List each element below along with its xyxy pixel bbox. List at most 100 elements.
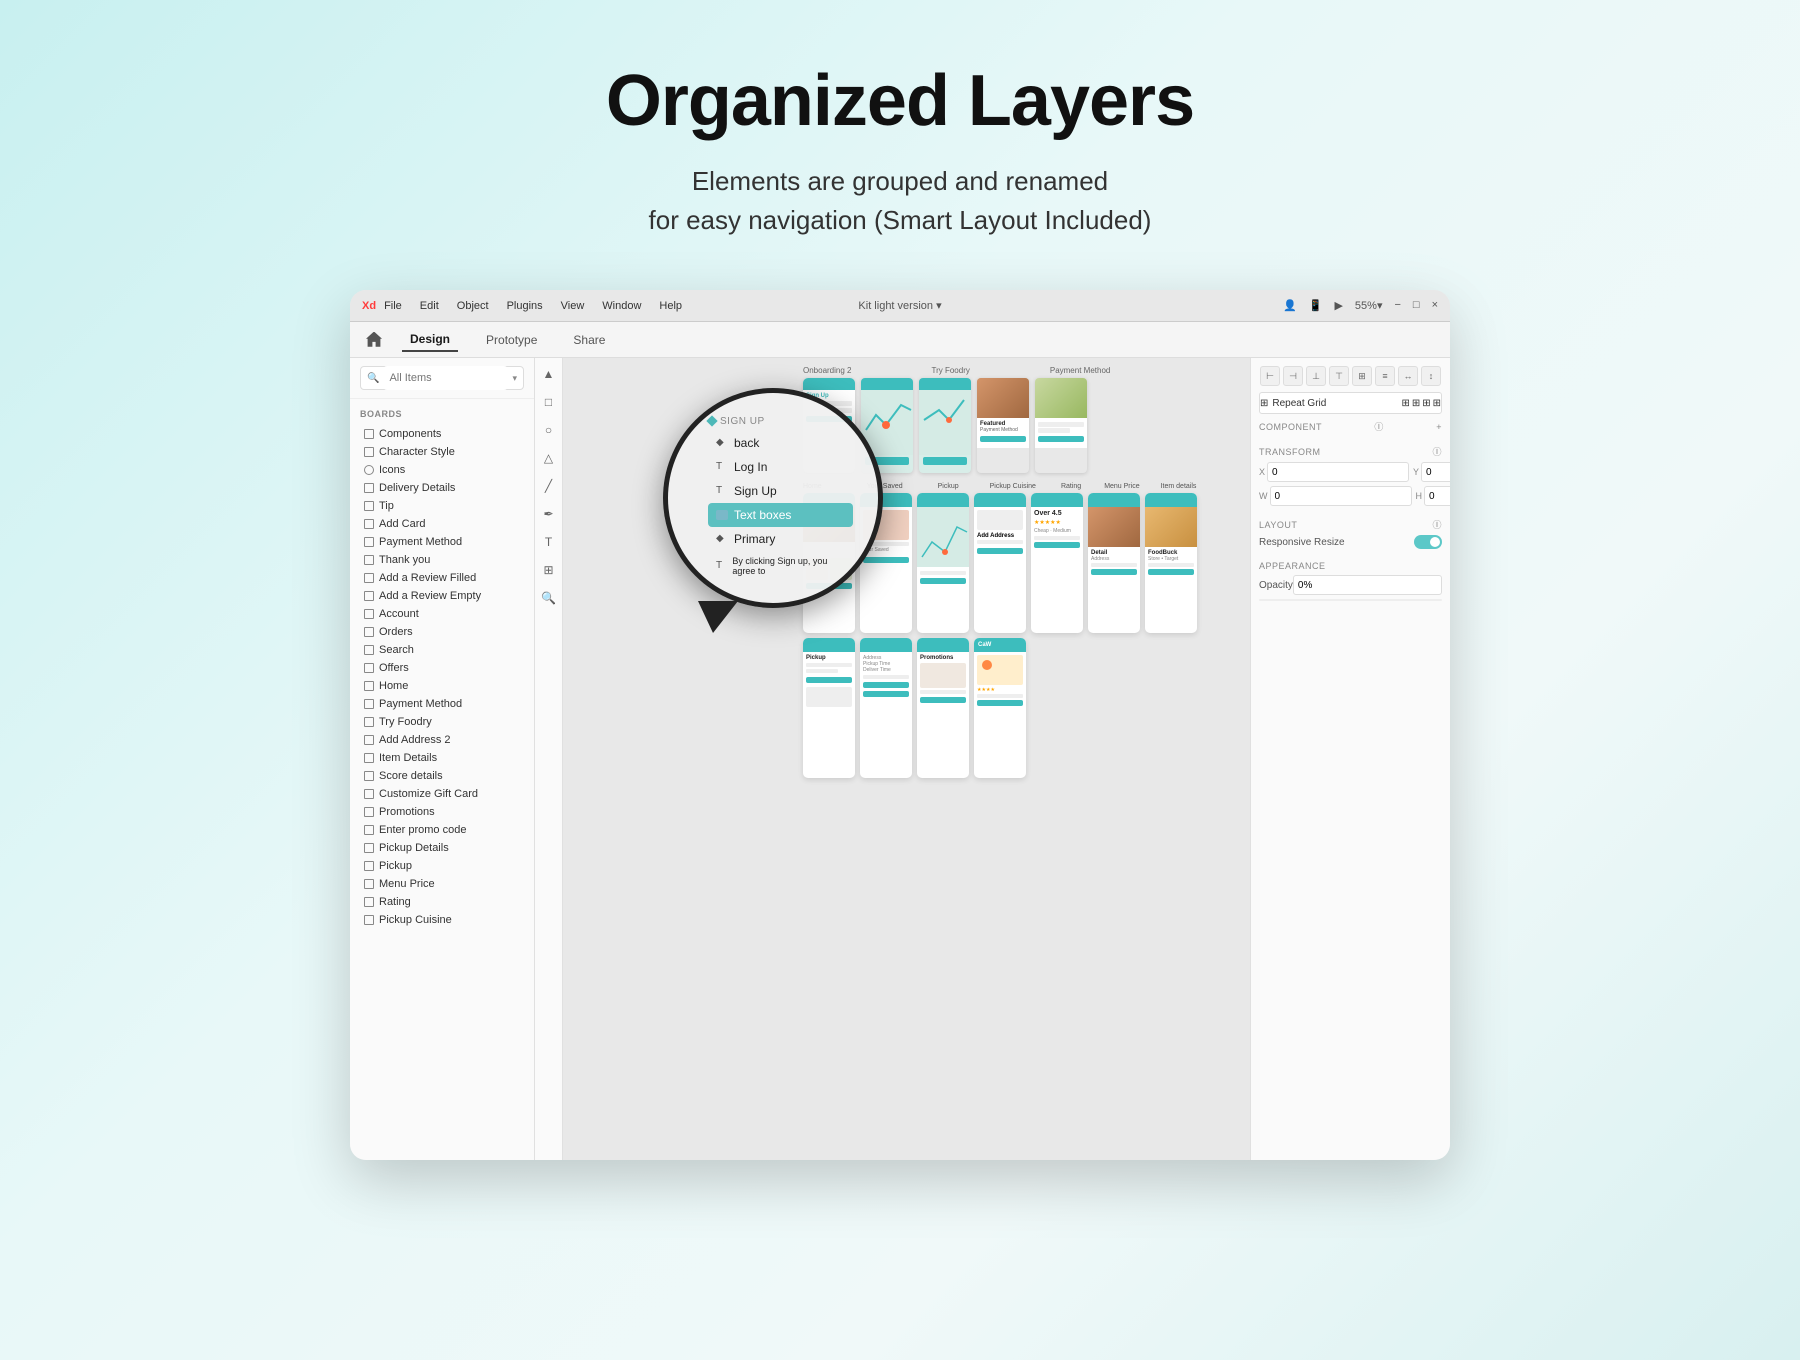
pen-tool[interactable]: ✒ — [541, 506, 557, 522]
label-menuprice: Menu Price — [1104, 483, 1139, 490]
subtitle: Elements are grouped and renamed for eas… — [606, 162, 1194, 240]
menu-window[interactable]: Window — [602, 300, 641, 312]
menu-view[interactable]: View — [561, 300, 585, 312]
sidebar-item-giftcard[interactable]: Customize Gift Card — [360, 785, 524, 803]
item-icon — [364, 789, 374, 799]
align-left-icon[interactable]: ⊢ — [1260, 366, 1280, 386]
menu-help[interactable]: Help — [659, 300, 682, 312]
sidebar-item-review-empty[interactable]: Add a Review Empty — [360, 587, 524, 605]
text-tool[interactable]: T — [541, 534, 557, 550]
sidebar-item-components[interactable]: Components — [360, 425, 524, 443]
maximize-btn[interactable]: □ — [1413, 299, 1420, 312]
repeat-grid-icon: ⊞ — [1260, 398, 1268, 409]
minimize-btn[interactable]: − — [1394, 299, 1400, 312]
tab-share[interactable]: Share — [565, 329, 613, 351]
sidebar-item-pickupcuisine[interactable]: Pickup Cuisine — [360, 911, 524, 929]
y-label: Y — [1413, 467, 1419, 477]
sidebar-item-payment[interactable]: Payment Method — [360, 533, 524, 551]
sidebar-item-payment2[interactable]: Payment Method — [360, 695, 524, 713]
sidebar-item-add-card[interactable]: Add Card — [360, 515, 524, 533]
sidebar-item-review-filled[interactable]: Add a Review Filled — [360, 569, 524, 587]
popup-item-primary[interactable]: ◆ Primary — [708, 527, 853, 551]
label-pickup: Pickup — [938, 483, 959, 490]
menu-plugins[interactable]: Plugins — [507, 300, 543, 312]
popup-item-back[interactable]: ◆ back — [708, 431, 853, 455]
sidebar-item-pickupdetails[interactable]: Pickup Details — [360, 839, 524, 857]
y-input[interactable] — [1421, 462, 1450, 482]
sidebar-item-character-style[interactable]: Character Style — [360, 443, 524, 461]
align-bottom-icon[interactable]: ≡ — [1375, 366, 1395, 386]
pickup-map-svg — [917, 507, 969, 567]
popup-item-login[interactable]: T Log In — [708, 455, 853, 479]
zoom-tool[interactable]: 🔍 — [541, 590, 557, 606]
align-middle-icon[interactable]: ⊞ — [1352, 366, 1372, 386]
section-labels-top: Onboarding 2 Try Foodry Payment Method — [803, 366, 1245, 375]
item-icon — [364, 699, 374, 709]
triangle-tool[interactable]: △ — [541, 450, 557, 466]
item-icon — [364, 681, 374, 691]
sidebar-item-icons[interactable]: Icons — [360, 461, 524, 479]
sidebar-item-pickup[interactable]: Pickup — [360, 857, 524, 875]
sidebar-item-account[interactable]: Account — [360, 605, 524, 623]
sidebar-item-orders[interactable]: Orders — [360, 623, 524, 641]
item-icon — [364, 501, 374, 511]
line-tool[interactable]: ╱ — [541, 478, 557, 494]
align-center-icon[interactable]: ⊣ — [1283, 366, 1303, 386]
appearance-section: APPEARANCE Opacity — [1259, 561, 1442, 601]
search-input[interactable] — [383, 366, 508, 390]
sidebar-item-itemdetails[interactable]: Item Details — [360, 749, 524, 767]
repeat-grid-btn[interactable]: ⊞ Repeat Grid ⊞⊞⊞⊞ — [1259, 392, 1442, 414]
canvas-area[interactable]: ▲ □ ○ △ ╱ ✒ T ⊞ 🔍 SIGN UP — [535, 358, 1250, 1160]
add-component-btn[interactable]: + — [1436, 422, 1442, 432]
opacity-input[interactable] — [1293, 575, 1442, 595]
popup-item-signup[interactable]: T Sign Up — [708, 479, 853, 503]
distribute-h-icon[interactable]: ↔ — [1398, 366, 1418, 386]
menu-file[interactable]: File — [384, 300, 402, 312]
sidebar-item-offers[interactable]: Offers — [360, 659, 524, 677]
distribute-v-icon[interactable]: ↕ — [1421, 366, 1441, 386]
sidebar-item-thankyou[interactable]: Thank you — [360, 551, 524, 569]
item-icon — [364, 465, 374, 475]
sidebar-item-delivery[interactable]: Delivery Details — [360, 479, 524, 497]
home-icon[interactable] — [366, 332, 382, 348]
sidebar-item-menuprice[interactable]: Menu Price — [360, 875, 524, 893]
frame-promotion: CaW ★★★★ — [974, 638, 1026, 778]
section-label-payment: Payment Method — [1050, 366, 1110, 375]
tab-design[interactable]: Design — [402, 328, 458, 352]
close-btn[interactable]: × — [1432, 299, 1438, 312]
w-input[interactable] — [1270, 486, 1412, 506]
item-icon — [364, 447, 374, 457]
rect-tool[interactable]: □ — [541, 394, 557, 410]
select-tool[interactable]: ▲ — [541, 366, 557, 382]
sidebar-item-search[interactable]: Search — [360, 641, 524, 659]
sidebar-item-rating[interactable]: Rating — [360, 893, 524, 911]
tab-prototype[interactable]: Prototype — [478, 329, 545, 351]
sidebar-item-tryfoodry[interactable]: Try Foodry — [360, 713, 524, 731]
sidebar-item-tip[interactable]: Tip — [360, 497, 524, 515]
item-icon — [364, 645, 374, 655]
dropdown-icon: ▾ — [512, 373, 517, 384]
label-rating: Rating — [1061, 483, 1081, 490]
sidebar-item-scoredetails[interactable]: Score details — [360, 767, 524, 785]
sidebar-item-enterpromo[interactable]: Enter promo code — [360, 821, 524, 839]
left-toolbar: ▲ □ ○ △ ╱ ✒ T ⊞ 🔍 — [535, 358, 563, 1160]
ellipse-tool[interactable]: ○ — [541, 422, 557, 438]
popup-item-terms[interactable]: T By clicking Sign up, you agree to — [708, 551, 853, 581]
frame-pickup — [917, 493, 969, 633]
h-input[interactable] — [1424, 486, 1450, 506]
sidebar-item-address2[interactable]: Add Address 2 — [360, 731, 524, 749]
menu-edit[interactable]: Edit — [420, 300, 439, 312]
frame-order-process: Promotions — [917, 638, 969, 778]
menu-object[interactable]: Object — [457, 300, 489, 312]
responsive-toggle[interactable] — [1414, 535, 1442, 549]
responsive-label: Responsive Resize — [1259, 537, 1345, 548]
sidebar-item-home[interactable]: Home — [360, 677, 524, 695]
align-top-icon[interactable]: ⊤ — [1329, 366, 1349, 386]
align-right-icon[interactable]: ⊥ — [1306, 366, 1326, 386]
sidebar-item-promotions[interactable]: Promotions — [360, 803, 524, 821]
item-icon — [364, 771, 374, 781]
x-input[interactable] — [1267, 462, 1409, 482]
artboard-tool[interactable]: ⊞ — [541, 562, 557, 578]
popup-item-textboxes[interactable]: Text boxes — [708, 503, 853, 527]
frame-rating: Over 4.5 ★★★★★ Cheap · Medium — [1031, 493, 1083, 633]
